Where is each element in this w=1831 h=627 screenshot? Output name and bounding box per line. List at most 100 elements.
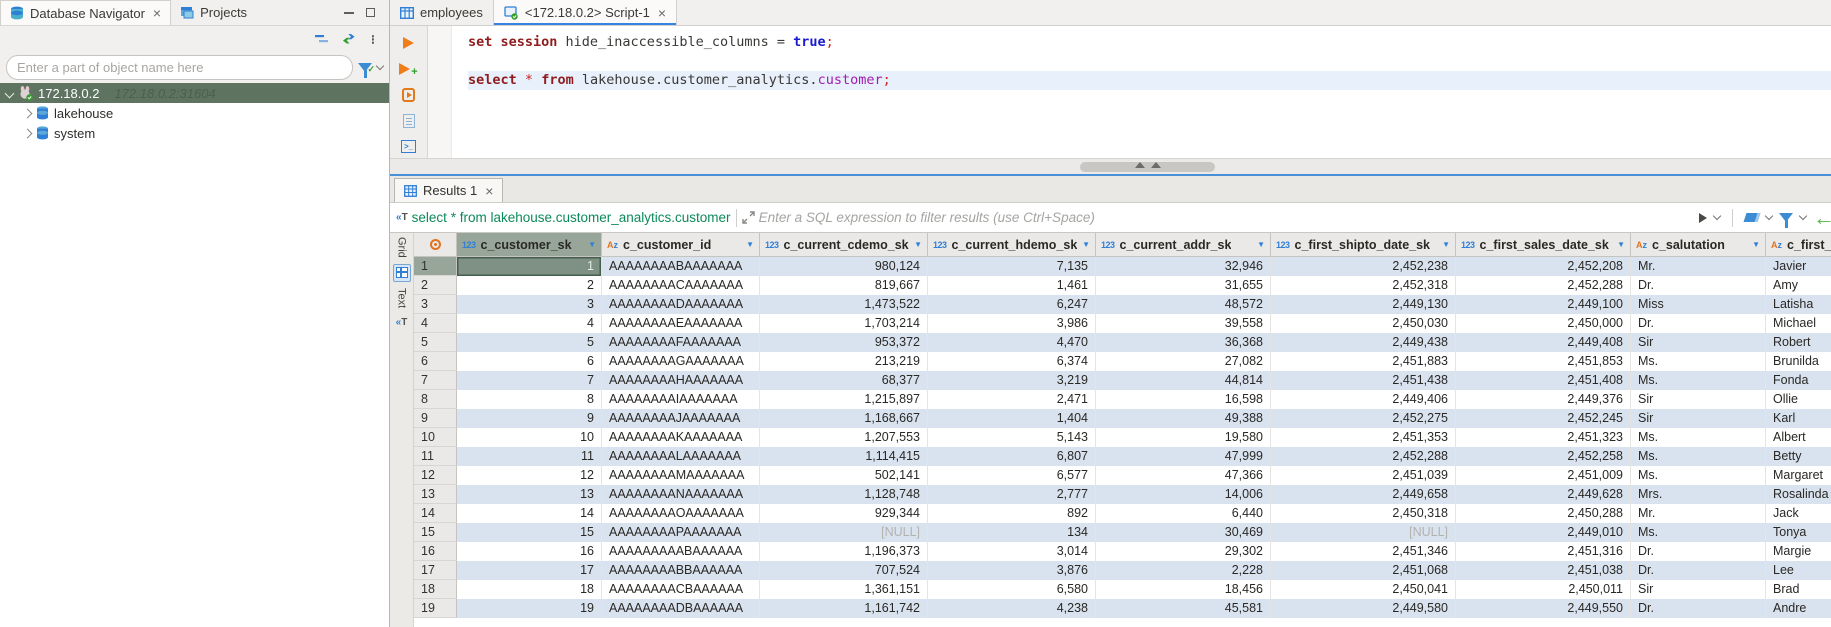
- grid-cell[interactable]: 2,449,010: [1456, 523, 1631, 542]
- text-presentation-icon[interactable]: «T: [393, 314, 411, 332]
- grid-cell[interactable]: Dr.: [1631, 276, 1766, 295]
- erase-filter-icon[interactable]: [1744, 213, 1761, 222]
- column-header-c_current_addr_sk[interactable]: 123c_current_addr_sk▼: [1096, 233, 1271, 256]
- grid-cell[interactable]: 2,471: [928, 390, 1096, 409]
- back-arrow-icon[interactable]: ←: [1813, 207, 1831, 229]
- grid-cell[interactable]: Mr.: [1631, 504, 1766, 523]
- grid-cell[interactable]: 6,374: [928, 352, 1096, 371]
- maximize-icon[interactable]: [366, 8, 375, 17]
- grid-cell[interactable]: 953,372: [760, 333, 928, 352]
- sort-dropdown-icon[interactable]: ▼: [1617, 240, 1625, 249]
- close-icon[interactable]: ×: [658, 5, 666, 21]
- grid-cell[interactable]: 707,524: [760, 561, 928, 580]
- filter-funnel-icon[interactable]: ✓: [358, 63, 372, 72]
- execute-statement-button[interactable]: [400, 34, 418, 51]
- row-number[interactable]: 7: [414, 371, 457, 390]
- row-number-header[interactable]: [414, 233, 457, 256]
- grid-cell[interactable]: Mr.: [1631, 257, 1766, 276]
- expand-filter-icon[interactable]: [742, 211, 755, 224]
- grid-cell[interactable]: AAAAAAAAJAAAAAAA: [602, 409, 760, 428]
- row-number[interactable]: 13: [414, 485, 457, 504]
- grid-cell[interactable]: 213,219: [760, 352, 928, 371]
- grid-cell[interactable]: Ms.: [1631, 352, 1766, 371]
- execute-new-tab-button[interactable]: +: [400, 60, 418, 77]
- grid-cell[interactable]: 2,449,580: [1271, 599, 1456, 618]
- table-row[interactable]: 99AAAAAAAAJAAAAAAA1,168,6671,40449,3882,…: [414, 409, 1831, 428]
- grid-cell[interactable]: 47,999: [1096, 447, 1271, 466]
- row-number[interactable]: 10: [414, 428, 457, 447]
- grid-cell[interactable]: 819,667: [760, 276, 928, 295]
- grid-cell[interactable]: 2,449,658: [1271, 485, 1456, 504]
- grid-cell[interactable]: 15: [457, 523, 602, 542]
- grid-cell[interactable]: 134: [928, 523, 1096, 542]
- grid-cell[interactable]: Jack: [1766, 504, 1831, 523]
- row-number[interactable]: 8: [414, 390, 457, 409]
- table-row[interactable]: 1717AAAAAAAABBAAAAAA707,5243,8762,2282,4…: [414, 561, 1831, 580]
- row-number[interactable]: 19: [414, 599, 457, 618]
- grid-cell[interactable]: Amy: [1766, 276, 1831, 295]
- grid-cell[interactable]: 18,456: [1096, 580, 1271, 599]
- filter-input-placeholder[interactable]: Enter a SQL expression to filter results…: [759, 210, 1699, 225]
- grid-cell[interactable]: AAAAAAAANAAAAAAA: [602, 485, 760, 504]
- grid-cell[interactable]: 1,114,415: [760, 447, 928, 466]
- grid-cell[interactable]: 27,082: [1096, 352, 1271, 371]
- custom-filter-funnel-icon[interactable]: [1779, 213, 1793, 222]
- tab-script-1[interactable]: <172.18.0.2> Script-1 ×: [493, 0, 677, 25]
- grid-cell[interactable]: 36,368: [1096, 333, 1271, 352]
- grid-cell[interactable]: 4,238: [928, 599, 1096, 618]
- table-row[interactable]: 1313AAAAAAAANAAAAAAA1,128,7482,77714,006…: [414, 485, 1831, 504]
- grid-cell[interactable]: 32,946: [1096, 257, 1271, 276]
- sort-dropdown-icon[interactable]: ▼: [1257, 240, 1265, 249]
- grid-cell[interactable]: 29,302: [1096, 542, 1271, 561]
- grid-cell[interactable]: 6,807: [928, 447, 1096, 466]
- grid-cell[interactable]: 18: [457, 580, 602, 599]
- grid-cell[interactable]: 7,135: [928, 257, 1096, 276]
- grid-cell[interactable]: 2,452,288: [1456, 276, 1631, 295]
- explain-plan-button[interactable]: [400, 112, 418, 129]
- chevron-right-icon[interactable]: [23, 108, 33, 118]
- grid-cell[interactable]: 1: [457, 257, 602, 276]
- table-row[interactable]: 55AAAAAAAAFAAAAAAA953,3724,47036,3682,44…: [414, 333, 1831, 352]
- grid-cell[interactable]: 14: [457, 504, 602, 523]
- grid-cell[interactable]: Betty: [1766, 447, 1831, 466]
- grid-cell[interactable]: 2,452,318: [1271, 276, 1456, 295]
- grid-cell[interactable]: 31,655: [1096, 276, 1271, 295]
- grid-cell[interactable]: [NULL]: [760, 523, 928, 542]
- sort-dropdown-icon[interactable]: ▼: [1752, 240, 1760, 249]
- grid-cell[interactable]: Robert: [1766, 333, 1831, 352]
- sort-dropdown-icon[interactable]: ▼: [588, 240, 596, 249]
- grid-cell[interactable]: 2,450,000: [1456, 314, 1631, 333]
- grid-cell[interactable]: AAAAAAAACAAAAAAA: [602, 276, 760, 295]
- grid-cell[interactable]: Ollie: [1766, 390, 1831, 409]
- grid-cell[interactable]: 1,404: [928, 409, 1096, 428]
- grid-cell[interactable]: AAAAAAAAKAAAAAAA: [602, 428, 760, 447]
- grid-cell[interactable]: 45,581: [1096, 599, 1271, 618]
- table-row[interactable]: 88AAAAAAAAIAAAAAAA1,215,8972,47116,5982,…: [414, 390, 1831, 409]
- table-row[interactable]: 1414AAAAAAAAOAAAAAAA929,3448926,4402,450…: [414, 504, 1831, 523]
- grid-cell[interactable]: 10: [457, 428, 602, 447]
- row-number[interactable]: 15: [414, 523, 457, 542]
- grid-cell[interactable]: Brunilda: [1766, 352, 1831, 371]
- editor-horizontal-scrollbar[interactable]: [390, 158, 1831, 174]
- grid-cell[interactable]: Fonda: [1766, 371, 1831, 390]
- row-number[interactable]: 4: [414, 314, 457, 333]
- grid-cell[interactable]: 6,247: [928, 295, 1096, 314]
- grid-cell[interactable]: 6: [457, 352, 602, 371]
- grid-cell[interactable]: 2,449,438: [1271, 333, 1456, 352]
- grid-cell[interactable]: 2,452,258: [1456, 447, 1631, 466]
- grid-cell[interactable]: 3,014: [928, 542, 1096, 561]
- grid-cell[interactable]: 2,452,275: [1271, 409, 1456, 428]
- grid-cell[interactable]: 2,451,408: [1456, 371, 1631, 390]
- grid-cell[interactable]: 1,361,151: [760, 580, 928, 599]
- grid-cell[interactable]: 2,451,068: [1271, 561, 1456, 580]
- grid-cell[interactable]: 2,449,130: [1271, 295, 1456, 314]
- grid-cell[interactable]: AAAAAAAADAAAAAAA: [602, 295, 760, 314]
- table-row[interactable]: 11AAAAAAAABAAAAAAA980,1247,13532,9462,45…: [414, 257, 1831, 276]
- grid-cell[interactable]: 3: [457, 295, 602, 314]
- row-number[interactable]: 16: [414, 542, 457, 561]
- row-number[interactable]: 18: [414, 580, 457, 599]
- grid-cell[interactable]: AAAAAAAACBAAAAAA: [602, 580, 760, 599]
- grid-cell[interactable]: AAAAAAAAMAAAAAAA: [602, 466, 760, 485]
- sort-dropdown-icon[interactable]: ▼: [914, 240, 922, 249]
- grid-cell[interactable]: 2,777: [928, 485, 1096, 504]
